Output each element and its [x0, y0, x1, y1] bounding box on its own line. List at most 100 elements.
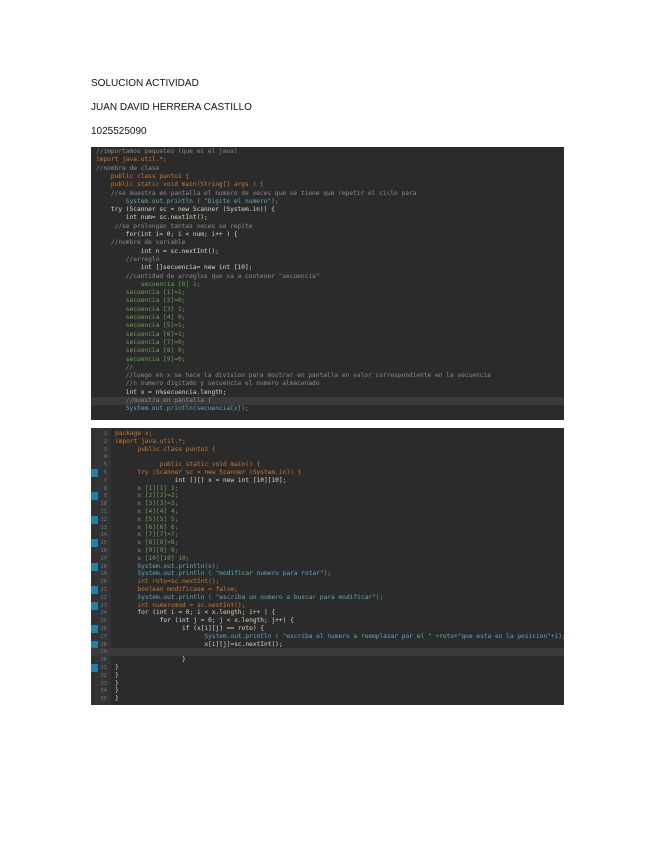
- code-line: x [10][10] 10;: [115, 554, 190, 562]
- code-line: x [6][6] 6;: [115, 523, 179, 531]
- code-line: //cantidad de arreglos que va a contener…: [96, 272, 320, 280]
- code-line: for(int i= 0; i < num; i++ ) {: [96, 231, 238, 238]
- line-number: 25: [100, 618, 107, 625]
- line-number: 35: [100, 696, 107, 703]
- code-line: x [9][9] 9;: [115, 547, 179, 554]
- line-number: 4: [103, 454, 107, 461]
- line-number: 21: [100, 587, 107, 593]
- code-line: int []secuencia= new int [10];: [96, 264, 253, 272]
- code-line: public class punto2 {: [115, 445, 216, 453]
- line-number: 16: [100, 548, 107, 554]
- line-number: 2: [103, 438, 107, 445]
- line-number: 6: [103, 470, 107, 476]
- line-number: 5: [103, 462, 107, 469]
- line-number: 8: [103, 485, 107, 492]
- code-line: secuencia [8] 0;: [96, 347, 186, 355]
- line-number: 1: [103, 431, 107, 437]
- code-line: secuencia [5]=1;: [96, 322, 186, 330]
- code-line: System.out.println(x);: [115, 562, 220, 570]
- code-line: System.out.println ( "Digite el numero")…: [96, 197, 279, 205]
- code-line: import java.util.*;: [115, 437, 186, 445]
- code-line: //arreglo: [96, 255, 160, 263]
- code-line: }: [115, 664, 119, 671]
- code-line: //nombre de clase: [96, 164, 160, 172]
- code-line: x[i][j]=sc.nextInt();: [115, 640, 283, 648]
- code-line: x [8][8]=8;: [115, 539, 179, 547]
- line-number: 12: [100, 516, 107, 523]
- line-number: 22: [100, 594, 107, 601]
- code-line: int roto=sc.nextInt();: [115, 578, 220, 586]
- code-line: secuencia [3] 1;: [96, 305, 186, 313]
- code-line: int n = sc.nextInt();: [96, 247, 219, 255]
- code-line: //se muestra en pantalla el numero de ve…: [96, 189, 417, 197]
- document-page: SOLUCION ACTIVIDAD JUAN DAVID HERRERA CA…: [0, 0, 655, 848]
- code-line: //luego en x se hace la division para mo…: [96, 372, 491, 380]
- code-line: //importamos paquetes (que es el java): [96, 148, 238, 155]
- code-line: for (int i = 0; i < x.length; i++ ) {: [115, 609, 276, 617]
- code-line: }: [115, 671, 119, 679]
- line-number: 20: [100, 579, 107, 586]
- line-number: 7: [103, 477, 107, 484]
- code-line: x [2][2]=2;: [115, 492, 179, 500]
- line-number: 9: [103, 493, 107, 500]
- code-line: int numeromod = sc.nextInt();: [115, 601, 246, 609]
- code-line: secuencia [0] 1;: [96, 280, 201, 288]
- code-line: //: [96, 363, 134, 371]
- code-line: System.out.println ( "escriba un numero …: [115, 593, 384, 601]
- code-screenshot-1: //importamos paquetes (que es el java) im…: [91, 147, 564, 420]
- line-number: 23: [100, 602, 107, 609]
- document-title: SOLUCION ACTIVIDAD: [91, 78, 199, 89]
- code-line: secuencia [7]=0;: [96, 338, 186, 346]
- code-line: public static void main(String[] args ) …: [96, 181, 264, 189]
- code-line: try (Scanner sc = new Scanner (System.in…: [115, 469, 302, 476]
- line-number: 29: [100, 649, 107, 656]
- line-number: 28: [100, 641, 107, 648]
- line-number: 10: [100, 501, 107, 508]
- code-line: int [][] x = new int [10][10];: [115, 476, 287, 484]
- code-line: //muestra en pantalla |: [91, 397, 564, 405]
- line-number: 30: [100, 657, 107, 664]
- line-number: 17: [100, 555, 107, 562]
- code-line: x [5][5] 5;: [115, 515, 179, 523]
- code-line: int x = n%secuencia.length;: [96, 388, 227, 396]
- code-line: public static void main() {: [115, 461, 261, 469]
- line-number: 11: [100, 509, 107, 515]
- student-id: 1025525090: [91, 126, 147, 137]
- code-screenshot-2: package x; 1 import java.util.*; 2 public c…: [91, 428, 564, 705]
- code-line: System.out.println ( "escriba el numero …: [115, 632, 564, 640]
- line-number: 14: [100, 532, 107, 539]
- line-number: 15: [100, 540, 107, 547]
- line-number: 34: [100, 688, 107, 695]
- code-line: System.out.println ( "modificar numero p…: [115, 570, 332, 578]
- line-number: 3: [103, 446, 107, 453]
- code-line: }: [115, 687, 119, 695]
- code-line: [91, 648, 564, 657]
- code-line: secuencia [2]=0;: [96, 297, 186, 305]
- code-line: }: [115, 656, 186, 664]
- line-number: 19: [100, 571, 107, 578]
- code-line: //n numero digitado y secuencia el numer…: [96, 380, 320, 388]
- code-line: //nombre de variable: [96, 239, 186, 247]
- line-number: 24: [100, 610, 107, 617]
- code-line: }: [115, 695, 119, 703]
- line-number: 18: [100, 563, 107, 570]
- code-line: for (int j = 0; j < x.length; j++) {: [115, 617, 294, 625]
- code-line: public class punto1 {: [96, 172, 190, 180]
- code-line: System.out.println(secuencia[x]);: [96, 405, 249, 413]
- code-line: x [7][7]=7;: [115, 531, 179, 539]
- code-line: secuencia [9]=0;: [96, 355, 186, 363]
- line-number: 32: [100, 672, 107, 679]
- code-line: secuencia [6]=1;: [96, 330, 186, 338]
- line-number: 33: [100, 680, 107, 687]
- code-line: try (Scanner sc = new Scanner (System.in…: [96, 206, 275, 214]
- line-number: 27: [100, 633, 107, 640]
- code-line: secuencia [4] 0;: [96, 314, 186, 321]
- code-line: int num= sc.nextInt();: [96, 214, 208, 222]
- code-line: x [4][4] 4;: [115, 508, 179, 515]
- code-line: //se prolongan tantas veces se repite: [96, 222, 253, 230]
- author-name: JUAN DAVID HERRERA CASTILLO: [91, 102, 252, 113]
- code-line: }: [115, 679, 119, 687]
- code-line: x [3][3]=3;: [115, 500, 179, 508]
- code-line: secuencia [1]=1;: [96, 289, 186, 297]
